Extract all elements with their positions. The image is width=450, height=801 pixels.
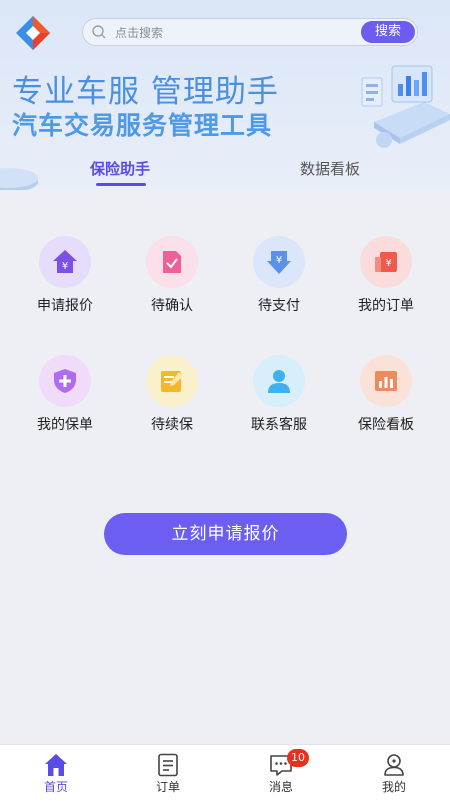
decorative-disc-icon xyxy=(0,168,38,190)
order-list-icon xyxy=(158,753,178,777)
tabbar-item-messages[interactable]: 10 消息 xyxy=(225,745,337,801)
grid-item-contact-service[interactable]: 联系客服 xyxy=(231,355,327,445)
grid-item-pending-confirm[interactable]: 待确认 xyxy=(124,236,220,326)
svg-text:¥: ¥ xyxy=(276,255,282,266)
tabbar-label: 我的 xyxy=(381,780,406,794)
tabbar-item-orders[interactable]: 订单 xyxy=(112,745,224,801)
shield-plus-icon xyxy=(39,355,91,407)
grid-label: 申请报价 xyxy=(37,298,93,314)
note-edit-icon xyxy=(146,355,198,407)
grid-label: 保险看板 xyxy=(358,417,414,433)
grid-label: 联系客服 xyxy=(251,417,307,433)
grid-label: 我的保单 xyxy=(37,417,93,433)
tabbar-item-home[interactable]: 首页 xyxy=(0,745,112,801)
tabbar-label: 订单 xyxy=(155,780,180,794)
grid-item-pending-payment[interactable]: ¥ 待支付 xyxy=(231,236,327,326)
grid-label: 待支付 xyxy=(258,298,300,314)
message-count-badge: 10 xyxy=(287,749,309,767)
tab-data-dashboard[interactable]: 数据看板 xyxy=(280,158,380,178)
grid-item-pending-renewal[interactable]: 待续保 xyxy=(124,355,220,445)
active-tab-indicator xyxy=(96,183,146,186)
search-icon xyxy=(92,25,106,39)
bar-chart-icon xyxy=(360,355,412,407)
yen-down-arrow-icon: ¥ xyxy=(253,236,305,288)
hero-subtitle: 汽车交易服务管理工具 xyxy=(12,111,273,140)
home-yen-icon: ¥ xyxy=(39,236,91,288)
home-icon xyxy=(45,754,67,776)
svg-text:¥: ¥ xyxy=(62,261,68,272)
apply-quote-button[interactable]: 立刻申请报价 xyxy=(104,513,347,555)
search-bar[interactable]: 搜索 xyxy=(82,18,418,46)
tabbar-label: 首页 xyxy=(43,780,68,794)
grid-item-insurance-dashboard[interactable]: 保险看板 xyxy=(338,355,434,445)
profile-icon xyxy=(384,754,404,776)
yen-receipt-icon: ¥ xyxy=(360,236,412,288)
tabbar-label: 消息 xyxy=(268,780,293,794)
tabbar-item-profile[interactable]: 我的 xyxy=(338,745,450,801)
hero-title: 专业车服 管理助手 xyxy=(12,74,279,110)
document-check-icon xyxy=(146,236,198,288)
tab-insurance-assistant[interactable]: 保险助手 xyxy=(70,158,170,178)
grid-label: 待续保 xyxy=(151,417,193,433)
grid-item-apply-quote[interactable]: ¥ 申请报价 xyxy=(17,236,113,326)
grid-item-my-orders[interactable]: ¥ 我的订单 xyxy=(338,236,434,326)
hero-banner: 搜索 专业车服 管理助手 汽车交易服务管理工具 保险助手 数据看板 xyxy=(0,0,450,190)
app-logo-icon xyxy=(16,16,50,50)
bottom-tab-bar: 首页 订单 10 消息 我的 xyxy=(0,744,450,801)
grid-label: 我的订单 xyxy=(358,298,414,314)
search-button[interactable]: 搜索 xyxy=(361,21,415,43)
dashboard-illustration-icon xyxy=(361,65,450,148)
svg-text:¥: ¥ xyxy=(385,258,391,269)
grid-label: 待确认 xyxy=(151,298,193,314)
search-input[interactable] xyxy=(113,22,337,44)
person-icon xyxy=(253,355,305,407)
grid-item-my-policies[interactable]: 我的保单 xyxy=(17,355,113,445)
